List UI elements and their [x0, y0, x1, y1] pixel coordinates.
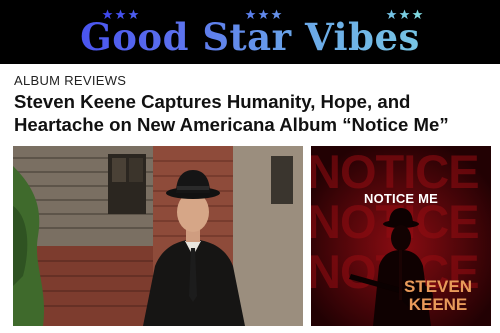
album-artist: STEVEN KEENE: [393, 278, 483, 314]
artist-photo: [13, 146, 303, 326]
article-title: Steven Keene Captures Humanity, Hope, an…: [14, 91, 449, 135]
album-cover: NOTICE ME NOTICE ME NOTICE ME NOTICE ME …: [311, 146, 491, 326]
album-title: NOTICE ME: [363, 191, 439, 206]
category-label[interactable]: ALBUM REVIEWS: [14, 73, 126, 88]
artist-first-name: STEVEN: [403, 277, 473, 296]
artist-last-name: KEENE: [408, 295, 468, 314]
site-logo[interactable]: Good Star Vibes: [0, 15, 500, 59]
site-header: Good Star Vibes: [0, 0, 500, 64]
